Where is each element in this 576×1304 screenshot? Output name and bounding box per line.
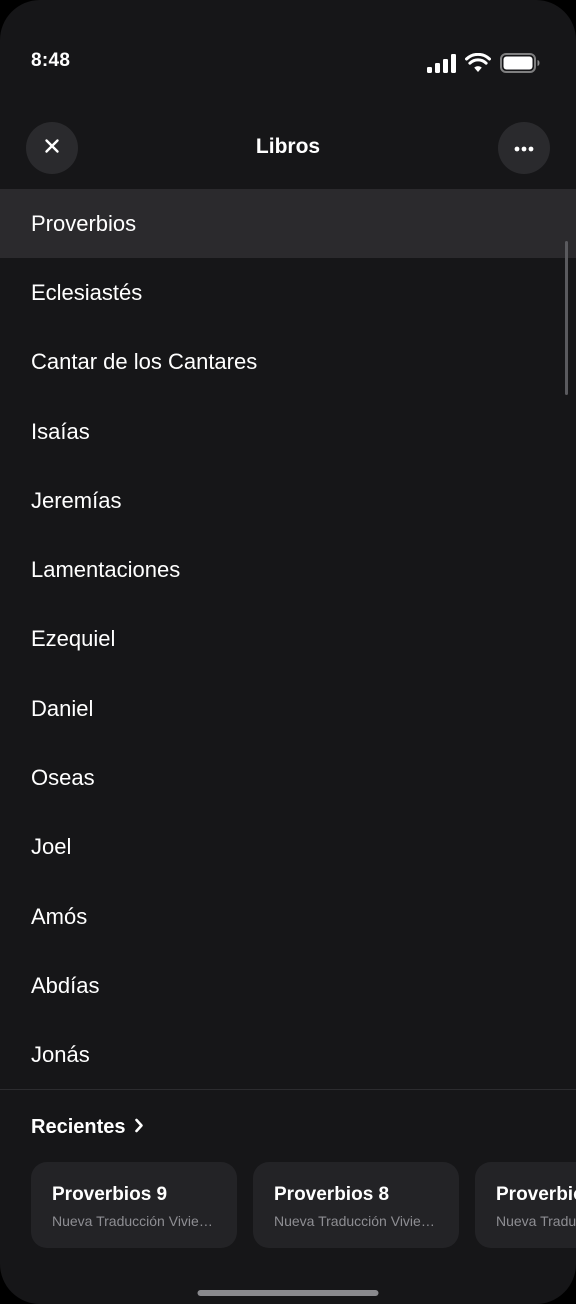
book-item-amos[interactable]: Amós (0, 882, 576, 951)
book-item-joel[interactable]: Joel (0, 813, 576, 882)
list-scrollbar[interactable] (565, 241, 568, 395)
cellular-signal-icon (427, 53, 456, 78)
recent-card-title: Proverbios 8 (274, 1184, 390, 1205)
book-item-proverbios[interactable]: Proverbios (0, 189, 576, 259)
book-item-cantar-de-los-cantares[interactable]: Cantar de los Cantares (0, 328, 576, 397)
page-title: Libros (255, 135, 321, 158)
recents-carousel: Proverbios 9 Nueva Traducción Viviente P… (31, 1162, 576, 1248)
recent-card[interactable]: Proverbios Nueva Traducción Viviente (475, 1162, 576, 1248)
status-time: 8:48 (31, 50, 71, 71)
book-item-isaias[interactable]: Isaías (0, 397, 576, 466)
recent-card-subtitle: Nueva Traducción Viviente (496, 1213, 576, 1229)
book-item-oseas[interactable]: Oseas (0, 743, 576, 812)
recents-header-link[interactable]: Recientes (31, 1116, 144, 1139)
more-options-button[interactable] (498, 122, 550, 174)
book-item-jeremias[interactable]: Jeremías (0, 466, 576, 535)
book-item-jonas[interactable]: Jonás (0, 1021, 576, 1089)
recent-card-title: Proverbios (496, 1184, 576, 1205)
chevron-right-icon (134, 1118, 144, 1138)
book-item-eclesiastes[interactable]: Eclesiastés (0, 258, 576, 327)
more-icon (514, 139, 534, 157)
book-item-abdias[interactable]: Abdías (0, 951, 576, 1020)
recent-card-subtitle: Nueva Traducción Viviente (52, 1213, 216, 1229)
book-item-ezequiel[interactable]: Ezequiel (0, 605, 576, 674)
book-item-daniel[interactable]: Daniel (0, 674, 576, 743)
recent-card-title: Proverbios 9 (52, 1184, 168, 1205)
wifi-icon (465, 52, 491, 78)
app-screen: 8:48 Libros Proverbios Eclesiastés Canta… (0, 0, 576, 1304)
recent-card[interactable]: Proverbios 8 Nueva Traducción Viviente (253, 1162, 459, 1248)
battery-icon (500, 53, 540, 78)
status-bar: 8:48 (0, 0, 576, 100)
book-item-lamentaciones[interactable]: Lamentaciones (0, 535, 576, 604)
header: Libros (0, 122, 576, 174)
recent-card-subtitle: Nueva Traducción Viviente (274, 1213, 438, 1229)
book-list: Proverbios Eclesiastés Cantar de los Can… (0, 189, 576, 1089)
recent-card[interactable]: Proverbios 9 Nueva Traducción Viviente (31, 1162, 237, 1248)
status-icons (427, 52, 540, 78)
recents-title: Recientes (31, 1116, 126, 1138)
section-divider (0, 1089, 576, 1090)
home-indicator[interactable] (197, 1290, 379, 1296)
